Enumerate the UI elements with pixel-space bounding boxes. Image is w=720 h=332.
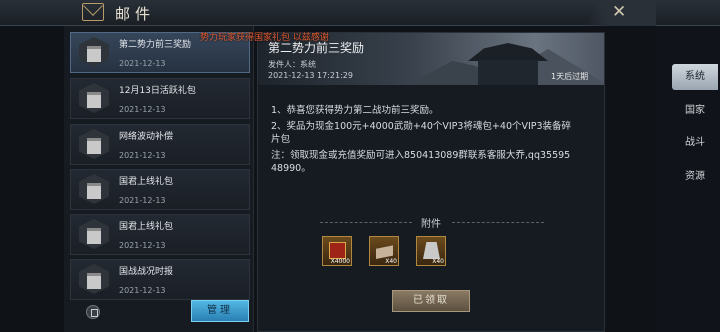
- mail-item-title: 国君上线礼包: [119, 222, 174, 232]
- mail-list-item[interactable]: 国君上线礼包 2021-12-13: [70, 214, 250, 255]
- mail-list-item[interactable]: 国战战况时报 2021-12-13: [70, 259, 250, 300]
- tab-nation[interactable]: 国家: [672, 98, 718, 124]
- scrolling-notice: 势力玩家获得国家礼包 以兹感谢: [200, 33, 329, 43]
- mail-datetime: 2021-12-13 17:21:29: [268, 71, 353, 80]
- manage-button[interactable]: 管理: [191, 300, 249, 322]
- mail-item-title: 国战战况时报: [119, 267, 174, 277]
- reward-count: X40: [385, 258, 397, 265]
- gift-pack-icon: [79, 37, 109, 67]
- reward-count: X4000: [330, 258, 350, 265]
- mail-list-item[interactable]: 12月13日活跃礼包 2021-12-13: [70, 78, 250, 119]
- mail-list-item[interactable]: 网络波动补偿 2021-12-13: [70, 124, 250, 165]
- reward-count: X40: [432, 258, 444, 265]
- armor-pack-icon: [423, 242, 440, 259]
- mail-item-title: 第二势力前三奖励: [119, 40, 192, 50]
- reward-item[interactable]: X4000: [322, 236, 352, 266]
- tab-battle[interactable]: 战斗: [672, 130, 718, 156]
- mail-expiry: 1天后过期: [551, 72, 589, 81]
- mail-item-date: 2021-12-13: [119, 105, 166, 114]
- attachments-label: 附件: [421, 219, 441, 230]
- pagoda-hall-shape: [478, 60, 538, 85]
- mail-item-title: 12月13日活跃礼包: [119, 86, 196, 96]
- red-chest-icon: [329, 242, 346, 259]
- mail-body-line: 注：领取现金或充值奖励可进入850413089群联系客服大乔,qq35595: [271, 150, 571, 161]
- mail-item-date: 2021-12-13: [119, 196, 166, 205]
- gift-pack-icon: [79, 264, 109, 294]
- reward-item[interactable]: X40: [369, 236, 399, 266]
- claimed-button[interactable]: 已领取: [392, 290, 470, 312]
- page-title: 邮件: [115, 5, 156, 23]
- divider: [452, 222, 544, 223]
- divider: [320, 222, 412, 223]
- mail-body-line: 片包: [271, 134, 291, 145]
- tab-system[interactable]: 系统: [672, 64, 718, 90]
- mail-item-date: 2021-12-13: [119, 241, 166, 250]
- gift-pack-icon: [79, 129, 109, 159]
- crossed-swords-close-icon[interactable]: ✕: [612, 2, 626, 22]
- gift-pack-icon: [79, 83, 109, 113]
- mail-item-date: 2021-12-13: [119, 59, 166, 68]
- reward-item[interactable]: X40: [416, 236, 446, 266]
- mail-item-date: 2021-12-13: [119, 286, 166, 295]
- mail-sender: 发件人：系统: [268, 60, 316, 69]
- mail-item-title: 国君上线礼包: [119, 177, 174, 187]
- pagoda-roof-shape: [468, 43, 548, 61]
- mail-body-line: 48990。: [271, 163, 311, 174]
- mail-body-line: 2、奖品为现金100元+4000武勋+40个VIP3将魂包+40个VIP3装备碎: [271, 121, 572, 132]
- mail-body-line: 1、恭喜您获得势力第二战功前三奖励。: [271, 105, 439, 116]
- trash-icon[interactable]: [86, 305, 100, 319]
- gift-pack-icon: [79, 174, 109, 204]
- tab-resources[interactable]: 资源: [672, 164, 718, 190]
- scroll-pack-icon: [376, 245, 393, 259]
- mail-item-title: 网络波动补偿: [119, 132, 174, 142]
- gift-pack-icon: [79, 219, 109, 249]
- mail-list-item[interactable]: 国君上线礼包 2021-12-13: [70, 169, 250, 210]
- mail-envelope-icon: [82, 3, 104, 21]
- mail-item-date: 2021-12-13: [119, 151, 166, 160]
